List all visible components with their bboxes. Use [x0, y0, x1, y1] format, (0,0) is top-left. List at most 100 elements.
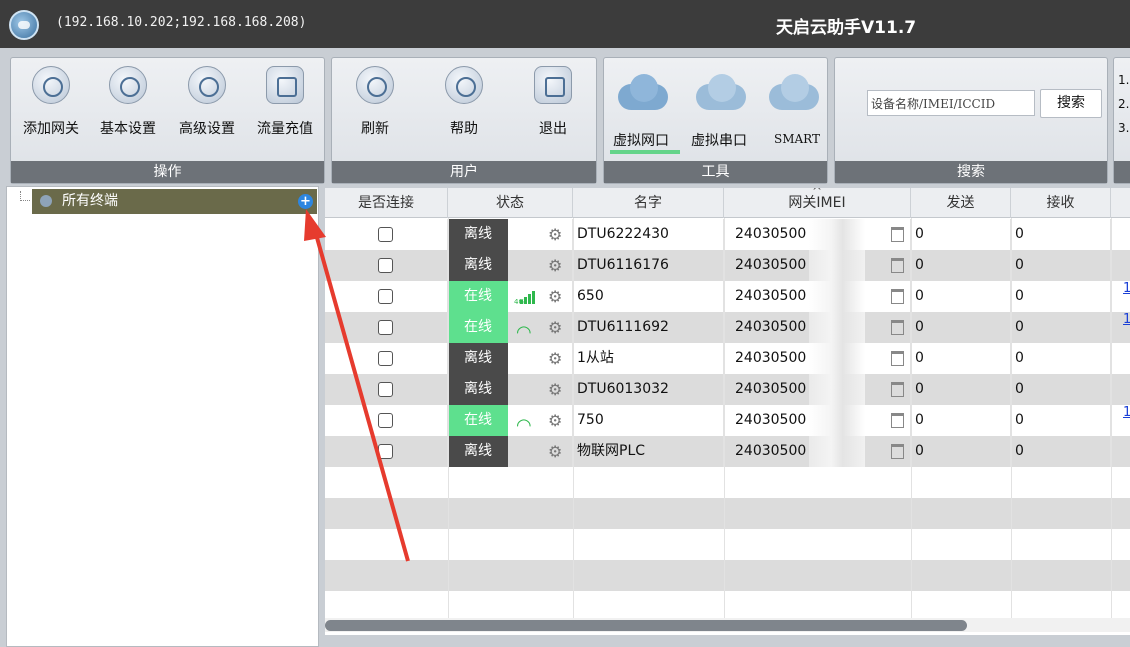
smart-cloud-icon[interactable] [761, 72, 825, 112]
tools-group-footer: 工具 [604, 161, 827, 183]
active-tab-indicator [610, 150, 680, 154]
tools-group: 虚拟网口 虚拟串口 SMART 工具 [603, 57, 828, 184]
gear-icon[interactable]: ⚙ [548, 219, 562, 250]
empty-row [325, 560, 1130, 591]
trash-icon[interactable] [891, 320, 904, 335]
name-cell[interactable]: 物联网PLC [573, 436, 724, 467]
exit-label: 退出 [539, 121, 567, 137]
name-cell[interactable]: 750 [573, 405, 724, 436]
col-name-header[interactable]: 名字 [573, 188, 724, 218]
connect-checkbox[interactable] [378, 227, 393, 242]
connect-checkbox[interactable] [378, 258, 393, 273]
name-cell[interactable]: 1从站 [573, 343, 724, 374]
col-send-header[interactable]: 发送 [911, 188, 1011, 218]
trash-icon[interactable] [891, 351, 904, 366]
table-row[interactable]: 离线 ⚙ 物联网PLC 24030500 0 0 [325, 436, 1130, 467]
horizontal-scrollbar-thumb[interactable] [325, 620, 967, 631]
status-cell: 在线 ◠ ⚙ [448, 405, 573, 436]
table-row[interactable]: 在线 4G ⚙ 650 24030500 0 0 1 [325, 281, 1130, 312]
imei-text: 24030500 [735, 381, 807, 397]
empty-row [325, 498, 1130, 529]
name-cell[interactable]: DTU6222430 [573, 219, 724, 250]
data-recharge-label: 流量充值 [257, 121, 313, 137]
tree-node-label: 所有终端 [62, 193, 118, 209]
connect-cell [325, 405, 448, 436]
name-cell[interactable]: 650 [573, 281, 724, 312]
virtual-net-port-button[interactable]: 虚拟网口 [613, 130, 669, 150]
gear-icon[interactable]: ⚙ [548, 405, 562, 436]
basic-settings-label: 基本设置 [100, 121, 156, 137]
search-input[interactable]: 设备名称/IMEI/ICCID [867, 90, 1035, 116]
connect-checkbox[interactable] [378, 382, 393, 397]
receive-cell: 0 [1011, 250, 1111, 281]
virtual-net-port-cloud-icon[interactable] [610, 72, 674, 112]
virtual-serial-port-button[interactable]: 虚拟串口 [691, 130, 747, 150]
table-header: 是否连接 状态 名字 ^ 网关IMEI 发送 接收 [325, 188, 1130, 218]
virtual-serial-port-cloud-icon[interactable] [688, 72, 752, 112]
help-button[interactable]: 帮助 [424, 66, 504, 146]
col-status-header[interactable]: 状态 [448, 188, 573, 218]
hints-group-footer [1114, 161, 1130, 183]
imei-text: 24030500 [735, 257, 807, 273]
add-gateway-button[interactable]: 添加网关 [11, 66, 91, 146]
search-button[interactable]: 搜索 [1040, 89, 1102, 118]
col-imei-header[interactable]: ^ 网关IMEI [724, 188, 911, 218]
smart-button[interactable]: SMART [774, 132, 820, 146]
status-cell: 离线 ⚙ [448, 250, 573, 281]
table-row[interactable]: 离线 ⚙ DTU6222430 24030500 0 0 [325, 219, 1130, 250]
trash-icon[interactable] [891, 258, 904, 273]
trash-icon[interactable] [891, 413, 904, 428]
trash-icon[interactable] [891, 444, 904, 459]
app-logo-icon [9, 10, 39, 40]
hint-item: 2. [1118, 97, 1130, 111]
status-badge: 在线 [448, 405, 508, 436]
basic-settings-button[interactable]: 基本设置 [88, 66, 168, 146]
horizontal-scrollbar[interactable] [325, 618, 1130, 632]
gear-icon[interactable]: ⚙ [548, 312, 562, 343]
table-row[interactable]: 在线 ◠ ⚙ DTU6111692 24030500 0 0 1 [325, 312, 1130, 343]
gear-icon[interactable]: ⚙ [548, 281, 562, 312]
table-row[interactable]: 在线 ◠ ⚙ 750 24030500 0 0 1 [325, 405, 1130, 436]
gear-icon[interactable]: ⚙ [548, 436, 562, 467]
name-cell[interactable]: DTU6111692 [573, 312, 724, 343]
name-cell[interactable]: DTU6116176 [573, 250, 724, 281]
col-connect-header[interactable]: 是否连接 [325, 188, 448, 218]
gear-icon[interactable]: ⚙ [548, 374, 562, 405]
refresh-icon [356, 66, 394, 104]
table-row[interactable]: 离线 ⚙ DTU6116176 24030500 0 0 [325, 250, 1130, 281]
trash-icon[interactable] [891, 289, 904, 304]
add-circle-icon[interactable]: + [298, 194, 313, 209]
send-cell: 0 [911, 250, 1011, 281]
search-group: 设备名称/IMEI/ICCID 搜索 搜索 [834, 57, 1108, 184]
refresh-button[interactable]: 刷新 [335, 66, 415, 146]
connect-cell [325, 343, 448, 374]
trash-icon[interactable] [891, 227, 904, 242]
table-row[interactable]: 离线 ⚙ 1从站 24030500 0 0 [325, 343, 1130, 374]
connect-checkbox[interactable] [378, 320, 393, 335]
detail-link[interactable]: 1 [1123, 281, 1130, 296]
status-cell: 离线 ⚙ [448, 436, 573, 467]
gear-icon[interactable]: ⚙ [548, 343, 562, 374]
status-cell: 离线 ⚙ [448, 343, 573, 374]
exit-button[interactable]: 退出 [513, 66, 593, 146]
connect-checkbox[interactable] [378, 413, 393, 428]
tree-node-all-terminals[interactable]: 所有终端 + [32, 189, 317, 214]
connect-cell [325, 436, 448, 467]
data-recharge-button[interactable]: 流量充值 [245, 66, 325, 146]
detail-link[interactable]: 1 [1123, 312, 1130, 327]
hint-item: 1. [1118, 73, 1130, 87]
connect-checkbox[interactable] [378, 444, 393, 459]
gear-icon[interactable]: ⚙ [548, 250, 562, 281]
advanced-settings-button[interactable]: 高级设置 [167, 66, 247, 146]
name-cell[interactable]: DTU6013032 [573, 374, 724, 405]
table-footer-strip [325, 635, 1130, 647]
ip-address-text: (192.168.10.202;192.168.168.208) [56, 15, 307, 30]
send-cell: 0 [911, 281, 1011, 312]
connect-checkbox[interactable] [378, 289, 393, 304]
connect-checkbox[interactable] [378, 351, 393, 366]
status-badge: 离线 [448, 374, 508, 405]
trash-icon[interactable] [891, 382, 904, 397]
table-row[interactable]: 离线 ⚙ DTU6013032 24030500 0 0 [325, 374, 1130, 405]
col-receive-header[interactable]: 接收 [1011, 188, 1111, 218]
detail-link[interactable]: 1 [1123, 405, 1130, 420]
